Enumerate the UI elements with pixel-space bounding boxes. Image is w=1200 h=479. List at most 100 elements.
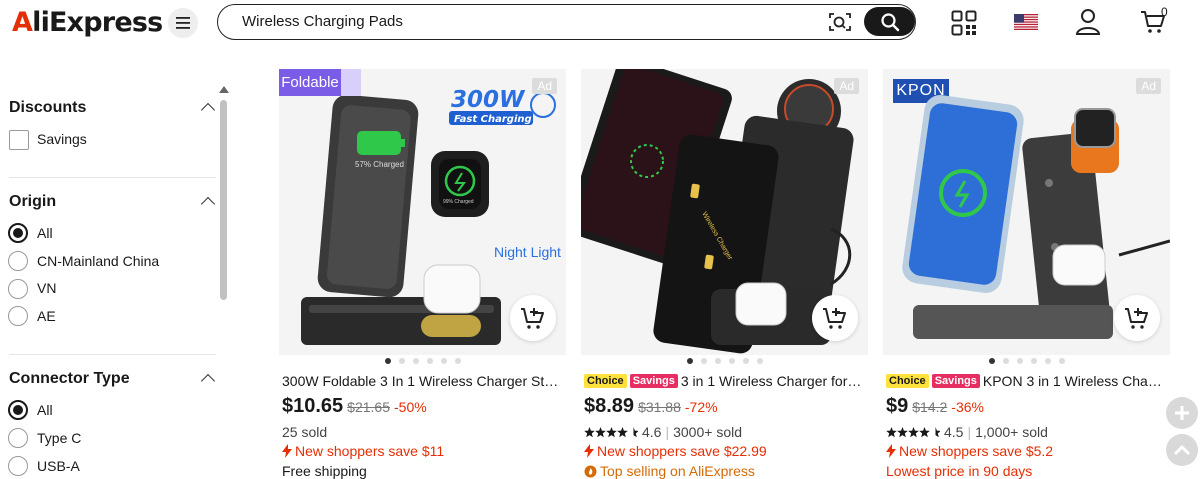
product-title[interactable]: Choice Savings 3 in 1 Wireless Charger f…: [584, 371, 864, 391]
plus-icon: [1175, 406, 1189, 420]
image-text-300w: 300W: [451, 87, 526, 113]
carousel-dot[interactable]: [412, 358, 419, 364]
chevron-up-icon[interactable]: [200, 373, 216, 389]
add-to-cart-button[interactable]: [1114, 295, 1160, 341]
search-input[interactable]: [242, 5, 802, 38]
product-image[interactable]: 300W Fast Charging Night Light 57% Charg…: [279, 69, 566, 355]
shipping-info: Free shipping: [282, 463, 367, 479]
image-search-button[interactable]: [828, 11, 852, 33]
connector-type-filter-title[interactable]: Connector Type: [9, 370, 130, 388]
account-icon[interactable]: [1075, 8, 1101, 36]
product-card[interactable]: Wireless Charger Ad Choice Savings 3 in …: [581, 69, 868, 479]
carousel-dot[interactable]: [1058, 358, 1065, 364]
product-image[interactable]: KPON Ad: [883, 69, 1170, 355]
rating-row: 4.6 | 3000+ sold: [584, 424, 742, 440]
connector-radio-all[interactable]: [8, 400, 28, 420]
carousel-dot[interactable]: [454, 358, 461, 364]
search-icon: [880, 12, 899, 31]
carousel-dot[interactable]: [384, 358, 391, 364]
origin-radio-vn[interactable]: [8, 279, 28, 299]
origin-option-label[interactable]: All: [37, 225, 53, 241]
sale-price: $9: [886, 395, 909, 417]
image-carousel-dots[interactable]: [279, 358, 566, 366]
foldable-tag: Foldable: [281, 74, 339, 91]
add-to-cart-icon: [521, 308, 544, 329]
carousel-dot[interactable]: [440, 358, 447, 364]
us-flag-icon[interactable]: [1014, 14, 1038, 30]
product-title-text[interactable]: KPON 3 in 1 Wireless Charger: [983, 373, 1166, 389]
carousel-dot[interactable]: [756, 358, 763, 364]
carousel-dot[interactable]: [1044, 358, 1051, 364]
add-button[interactable]: [1166, 397, 1198, 429]
carousel-dot[interactable]: [728, 358, 735, 364]
origin-option-label[interactable]: CN-Mainland China: [37, 253, 159, 269]
connector-option-label[interactable]: Type C: [37, 430, 81, 446]
product-title[interactable]: Choice Savings KPON 3 in 1 Wireless Char…: [886, 371, 1166, 391]
carousel-dot[interactable]: [1002, 358, 1009, 364]
product-card[interactable]: 300W Fast Charging Night Light 57% Charg…: [279, 69, 566, 479]
sold-count: 1,000+ sold: [975, 424, 1048, 440]
connector-option-label[interactable]: USB-A: [37, 458, 80, 474]
image-carousel-dots[interactable]: [883, 358, 1170, 366]
carousel-dot[interactable]: [1030, 358, 1037, 364]
origin-radio-cn[interactable]: [8, 251, 28, 271]
add-to-cart-icon: [1125, 308, 1148, 329]
ad-label: Ad: [834, 78, 859, 94]
aliexpress-logo[interactable]: AliExpress: [12, 6, 163, 40]
back-to-top-button[interactable]: [1166, 434, 1198, 466]
carousel-dot[interactable]: [686, 358, 693, 364]
image-text-night-light: Night Light: [494, 244, 561, 260]
rating-value: 4.5: [944, 424, 964, 440]
product-title[interactable]: 300W Foldable 3 In 1 Wireless Charger St…: [282, 371, 562, 391]
image-carousel-dots[interactable]: [581, 358, 868, 366]
discount-percent: -72%: [684, 399, 718, 415]
carousel-dot[interactable]: [1016, 358, 1023, 364]
discount-percent: -50%: [394, 399, 427, 415]
cart-count-badge: 0: [1161, 5, 1168, 19]
search-button[interactable]: [864, 7, 915, 36]
product-image[interactable]: Wireless Charger Ad: [581, 69, 868, 355]
product-title-text[interactable]: 300W Foldable 3 In 1 Wireless Charger St…: [282, 373, 562, 389]
carousel-dot[interactable]: [714, 358, 721, 364]
image-text-watch-charge: 99% Charged: [443, 199, 474, 205]
sold-count: 25 sold: [282, 424, 328, 440]
chevron-up-icon[interactable]: [200, 196, 216, 212]
savings-option-label[interactable]: Savings: [37, 131, 87, 147]
origin-option-label[interactable]: VN: [37, 280, 56, 296]
chevron-up-icon[interactable]: [200, 102, 216, 118]
hamburger-icon: [176, 17, 190, 29]
image-text-charge-percent: 57% Charged: [355, 160, 404, 169]
product-title-text[interactable]: 3 in 1 Wireless Charger for Samsung: [681, 373, 864, 389]
discounts-filter-title[interactable]: Discounts: [9, 99, 86, 117]
connector-option-label[interactable]: All: [37, 402, 53, 418]
connector-radio-usb-a[interactable]: [8, 456, 28, 476]
carousel-dot[interactable]: [742, 358, 749, 364]
carousel-dot[interactable]: [700, 358, 707, 364]
discount-percent: -36%: [951, 399, 984, 415]
carousel-dot[interactable]: [426, 358, 433, 364]
savings-checkbox[interactable]: [9, 130, 29, 150]
product-card[interactable]: KPON Ad Choice Savings KPON 3 in 1 Wirel…: [883, 69, 1170, 479]
origin-option-label[interactable]: AE: [37, 308, 56, 324]
sale-price: $10.65: [282, 395, 344, 417]
origin-radio-all[interactable]: [8, 223, 28, 243]
sale-price: $8.89: [584, 395, 635, 417]
menu-button[interactable]: [168, 8, 198, 38]
new-shopper-promo: New shoppers save $22.99: [584, 443, 767, 459]
add-to-cart-button[interactable]: [812, 295, 858, 341]
rating-value: 4.6: [642, 424, 662, 440]
carousel-dot[interactable]: [988, 358, 995, 364]
origin-filter-title[interactable]: Origin: [9, 193, 56, 211]
ad-label: Ad: [1136, 78, 1161, 94]
sidebar-scrollbar[interactable]: [220, 100, 227, 300]
origin-radio-ae[interactable]: [8, 306, 28, 326]
search-bar: [217, 4, 916, 40]
qr-code-icon[interactable]: [951, 10, 977, 36]
divider: [9, 354, 216, 355]
original-price: $31.88: [638, 399, 681, 415]
connector-radio-type-c[interactable]: [8, 428, 28, 448]
carousel-dot[interactable]: [398, 358, 405, 364]
camera-scan-icon: [829, 13, 851, 31]
scroll-up-arrow[interactable]: [219, 86, 229, 93]
add-to-cart-button[interactable]: [510, 295, 556, 341]
